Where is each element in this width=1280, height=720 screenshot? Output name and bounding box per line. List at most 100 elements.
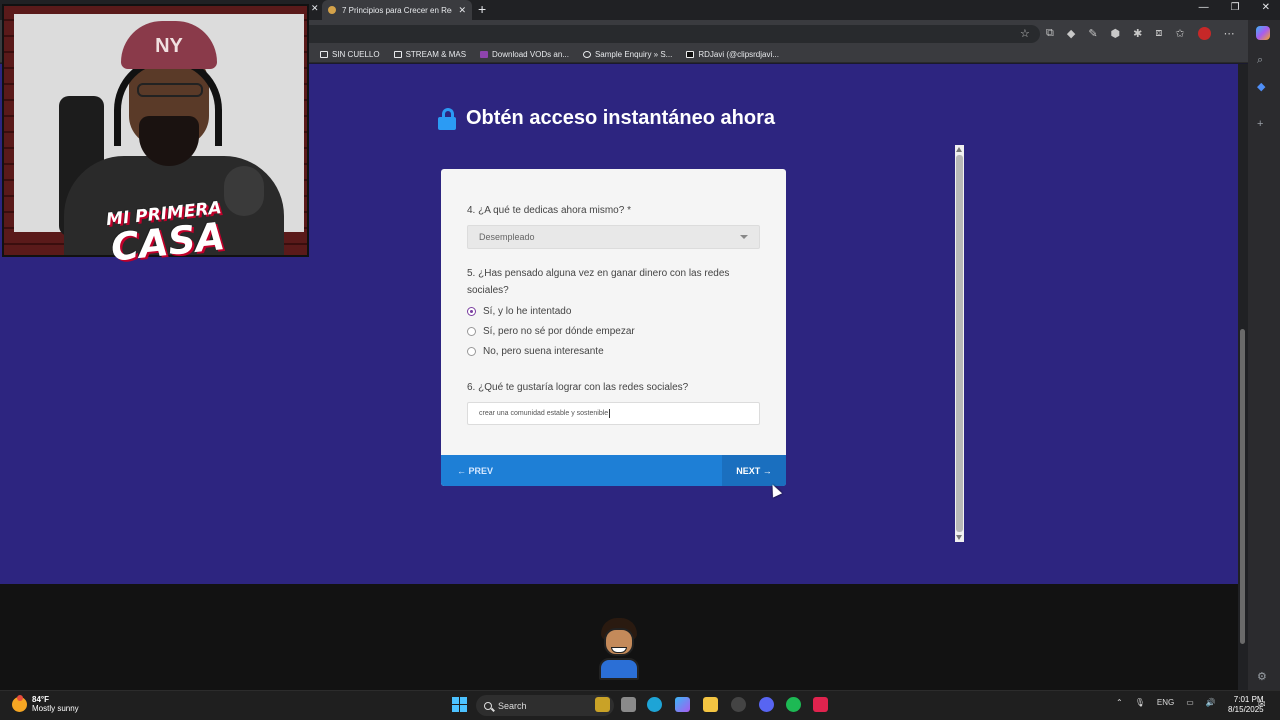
folder-icon xyxy=(393,51,402,58)
page-heading: Obtén acceso instantáneo ahora xyxy=(438,107,775,130)
mascot-image xyxy=(597,618,641,680)
bookmark-rdjavi[interactable]: RDJavi (@clipsrdjavi... xyxy=(686,50,779,59)
toolbar-extensions: ⧉ ◆ ✎ ⬢ ✱ ⧈ ✩ ⋯ xyxy=(1046,27,1235,40)
bookmark-sample-enquiry[interactable]: Sample Enquiry » S... xyxy=(582,50,673,59)
radio-unchecked-icon[interactable] xyxy=(467,327,476,336)
pen-icon[interactable]: ✎ xyxy=(1088,27,1097,40)
weather-sun-icon xyxy=(12,694,27,712)
weather-desc: Mostly sunny xyxy=(32,704,79,713)
bookmark-label: STREAM & MAS xyxy=(405,50,467,59)
bookmark-label: Download VODs an... xyxy=(492,50,569,59)
channel-logo: MI PRIMERA CASA xyxy=(105,198,227,270)
radio-label: Sí, pero no sé por dónde empezar xyxy=(483,326,635,337)
adblock-icon[interactable]: ⬢ xyxy=(1111,27,1121,40)
prev-button[interactable]: ← PREV xyxy=(457,455,493,486)
bookmark-label: SIN CUELLO xyxy=(332,50,380,59)
record-app-icon[interactable] xyxy=(813,697,828,712)
extension-icon[interactable]: ◆ xyxy=(1067,27,1075,40)
weather-temp: 84°F xyxy=(32,695,49,704)
maximize-icon[interactable]: ❐ xyxy=(1231,2,1240,13)
taskbar-search[interactable]: Search xyxy=(476,695,614,716)
scroll-down-icon[interactable] xyxy=(956,535,962,540)
page-title: Obtén acceso instantáneo ahora xyxy=(466,107,775,129)
iframe-scrollbar[interactable] xyxy=(955,145,964,542)
survey-card: 4. ¿A qué te dedicas ahora mismo? * Dese… xyxy=(441,169,786,486)
edge-browser-icon[interactable] xyxy=(647,697,662,712)
profile-avatar[interactable] xyxy=(1197,27,1211,40)
close-window-icon[interactable]: ✕ xyxy=(1262,2,1270,13)
occupation-select[interactable]: Desempleado xyxy=(467,225,760,249)
address-bar[interactable] xyxy=(300,25,1040,43)
add-icon[interactable]: + xyxy=(1257,118,1263,130)
volume-icon[interactable]: 🔊 xyxy=(1206,698,1216,707)
chevron-up-icon[interactable]: ⌃ xyxy=(1116,698,1123,707)
search-icon[interactable]: ⌕ xyxy=(1257,54,1263,67)
close-tab-icon[interactable]: ✕ xyxy=(458,5,466,16)
folder-icon xyxy=(320,51,328,58)
bookmark-stream-mas[interactable]: STREAM & MAS xyxy=(393,50,467,59)
bookmark-sin-cuello[interactable]: SIN CUELLO xyxy=(320,50,380,59)
copilot-icon[interactable] xyxy=(1256,26,1270,40)
logo-line-2: CASA xyxy=(108,214,227,270)
radio-checked-icon[interactable] xyxy=(467,307,476,316)
search-icon xyxy=(484,701,492,710)
window-controls: — ❐ ✕ xyxy=(1199,2,1270,13)
puzzle-icon[interactable]: ✱ xyxy=(1133,27,1142,40)
notification-icon[interactable]: ✉ xyxy=(1258,699,1266,710)
favorites-icon[interactable]: ✩ xyxy=(1175,27,1184,40)
system-tray: ⌃ 🎙 ENG ▭ 🔊 xyxy=(1116,698,1216,707)
unlock-icon xyxy=(438,107,456,130)
edge-sidebar: ⌕ ◆ + ⚙ xyxy=(1248,20,1280,690)
bookmark-label: Sample Enquiry » S... xyxy=(594,50,673,59)
minimize-icon[interactable]: — xyxy=(1199,2,1209,13)
radio-unchecked-icon[interactable] xyxy=(467,347,476,356)
scrollbar-thumb[interactable] xyxy=(956,155,963,532)
radio-label: No, pero suena interesante xyxy=(483,346,604,357)
page-scrollbar[interactable] xyxy=(1238,64,1248,690)
file-explorer-icon[interactable] xyxy=(703,697,718,712)
more-menu-icon[interactable]: ⋯ xyxy=(1224,27,1235,40)
spotify-icon[interactable] xyxy=(786,697,801,712)
radio-option-3[interactable]: No, pero suena interesante xyxy=(467,346,604,357)
bookmark-download-vods[interactable]: Download VODs an... xyxy=(480,50,569,59)
goals-input[interactable]: crear una comunidad estable y sostenible xyxy=(467,402,760,425)
tiktok-icon xyxy=(686,51,695,58)
favorite-star-icon[interactable]: ☆ xyxy=(1020,27,1030,40)
scroll-up-icon[interactable] xyxy=(956,147,962,152)
obs-icon[interactable] xyxy=(731,697,746,712)
tab-favicon-icon xyxy=(328,6,336,14)
search-label: Search xyxy=(498,700,527,711)
discord-icon[interactable] xyxy=(759,697,774,712)
radio-label: Sí, y lo he intentado xyxy=(483,306,572,317)
globe-icon xyxy=(582,51,591,58)
microphone-icon[interactable]: 🎙 xyxy=(1135,698,1145,707)
new-tab-icon[interactable]: + xyxy=(478,1,486,17)
question-6-label: 6. ¿Qué te gustaría lograr con las redes… xyxy=(467,382,689,393)
split-screen-icon[interactable]: ⧉ xyxy=(1046,27,1054,40)
question-5-label: 5. ¿Has pensado alguna vez en ganar dine… xyxy=(467,268,730,296)
input-value: crear una comunidad estable y sostenible xyxy=(479,410,609,417)
bookmark-label: RDJavi (@clipsrdjavi... xyxy=(698,50,779,59)
radio-option-1[interactable]: Sí, y lo he intentado xyxy=(467,306,571,317)
task-view-icon[interactable] xyxy=(621,697,636,712)
windows-start-icon[interactable] xyxy=(452,697,467,712)
tab-active[interactable]: 7 Principios para Crecer en Redes ✕ xyxy=(322,0,472,20)
select-value: Desempleado xyxy=(479,232,535,242)
language-indicator[interactable]: ENG xyxy=(1157,698,1174,707)
chevron-down-icon xyxy=(740,235,748,239)
scrollbar-thumb[interactable] xyxy=(1240,329,1245,644)
network-icon[interactable]: ▭ xyxy=(1186,698,1194,707)
widget-landscape-icon[interactable] xyxy=(595,697,610,712)
collections-icon[interactable]: ⧈ xyxy=(1155,27,1162,40)
question-4-label: 4. ¿A qué te dedicas ahora mismo? * xyxy=(467,205,631,216)
settings-gear-icon[interactable]: ⚙ xyxy=(1257,670,1267,683)
windows-taskbar: 84°F Mostly sunny xyxy=(0,690,1280,720)
text-cursor xyxy=(609,409,611,418)
close-tab-icon[interactable]: ✕ xyxy=(311,3,319,14)
radio-option-2[interactable]: Sí, pero no sé por dónde empezar xyxy=(467,326,635,337)
form-navigation: ← PREV NEXT → xyxy=(441,455,786,486)
weather-widget[interactable]: 84°F Mostly sunny xyxy=(12,694,79,713)
shopping-tag-icon[interactable]: ◆ xyxy=(1257,80,1265,93)
copilot-app-icon[interactable] xyxy=(675,697,690,712)
microphone xyxy=(224,166,264,216)
